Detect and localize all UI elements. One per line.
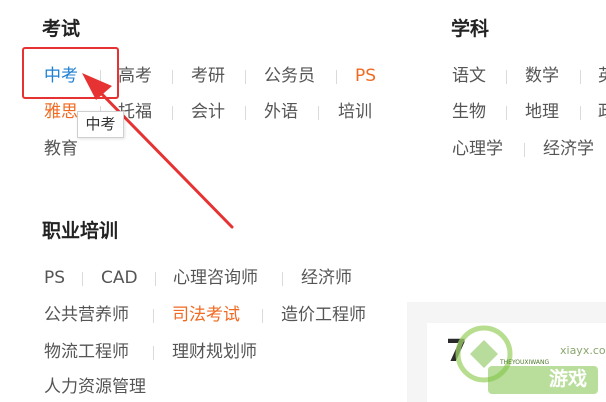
hover-tooltip: 中考 <box>77 111 124 138</box>
annotation-arrow <box>82 73 234 229</box>
